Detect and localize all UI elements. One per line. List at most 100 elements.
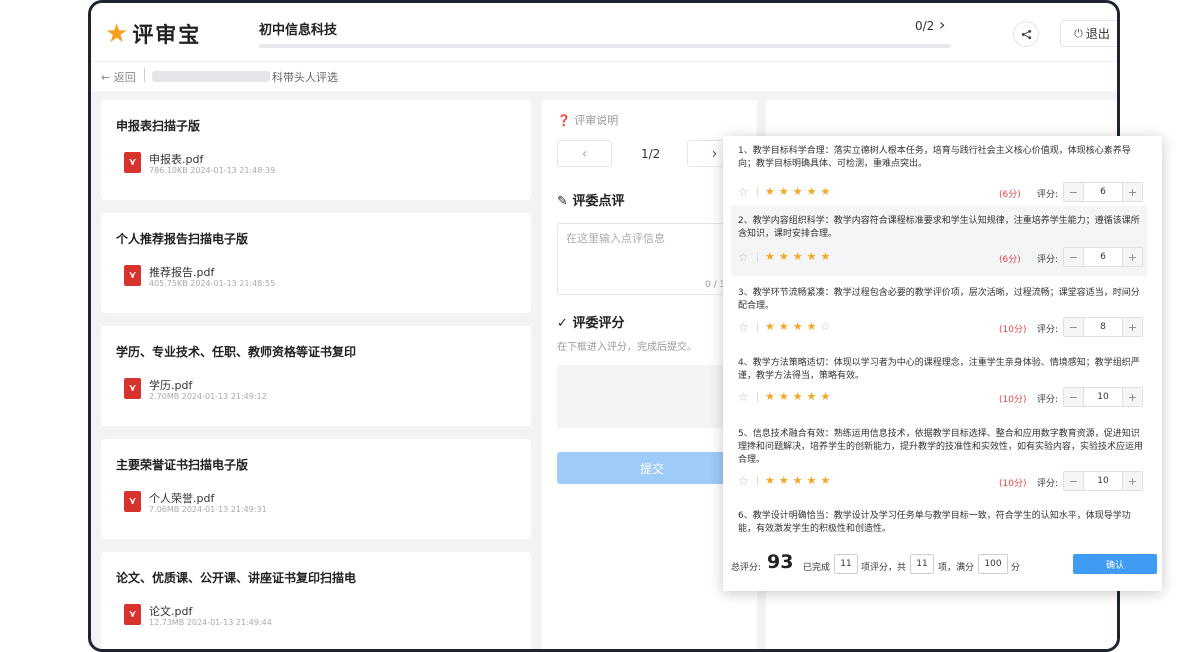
document-title: 申报表扫描子版: [116, 119, 201, 133]
star-icon[interactable]: ★: [793, 320, 807, 333]
star-outline-icon[interactable]: ☆: [738, 250, 749, 264]
star-icon[interactable]: ★: [821, 185, 835, 198]
star-icon[interactable]: ★: [793, 185, 807, 198]
star-icon[interactable]: ★: [793, 390, 807, 403]
decrement-button[interactable]: −: [1064, 248, 1084, 266]
decrement-button[interactable]: −: [1064, 183, 1084, 201]
criterion-row: 4、教学方法策略适切：体现以学习者为中心的课程理念，注重学生亲身体验、情境感知；…: [731, 352, 1147, 412]
score-value[interactable]: 6: [1084, 183, 1122, 201]
star-icon[interactable]: ★: [779, 390, 793, 403]
star-icon[interactable]: ★: [793, 474, 807, 487]
decrement-button[interactable]: −: [1064, 318, 1084, 336]
file-link[interactable]: 个人荣誉.pdf: [149, 490, 214, 506]
star-icon[interactable]: ★: [779, 320, 793, 333]
items-suffix: 项，满分: [938, 563, 975, 573]
document-card: 论文、优质课、公开课、讲座证书复印扫描电子 ⋎ 论文.pdf 12.73MB 2…: [101, 552, 531, 649]
star-icon[interactable]: ★: [821, 390, 835, 403]
divider: [757, 252, 758, 262]
star-icon[interactable]: ★: [765, 320, 779, 333]
file-meta: 7.06MB 2024-01-13 21:49:31: [149, 505, 267, 514]
star-outline-icon[interactable]: ☆: [738, 390, 749, 404]
score-label: 评分:: [1037, 395, 1059, 405]
criterion-max-points: (10分): [999, 325, 1027, 335]
progress-bar: [259, 44, 951, 48]
total-score-label: 总评分:: [731, 563, 762, 573]
back-link[interactable]: ← 返回: [101, 69, 136, 85]
star-icon[interactable]: ★: [807, 474, 821, 487]
increment-button[interactable]: +: [1122, 183, 1142, 201]
star-icon[interactable]: ★: [765, 474, 779, 487]
criterion-row: 6、教学设计明确恰当：教学设计及学习任务单与教学目标一致，符合学生的认知水平，体…: [731, 506, 1147, 538]
increment-button[interactable]: +: [1122, 248, 1142, 266]
help-icon: ❓: [557, 114, 571, 127]
criterion-row: 2、教学内容组织科学：教学内容符合课程标准要求和学生认知规律，注重培养学生能力；…: [731, 206, 1147, 276]
file-link[interactable]: 论文.pdf: [149, 603, 192, 619]
star-icon[interactable]: ★: [807, 185, 821, 198]
increment-button[interactable]: +: [1122, 388, 1142, 406]
score-value[interactable]: 8: [1084, 318, 1122, 336]
review-note-link[interactable]: ❓ 评审说明: [557, 112, 618, 128]
submit-button[interactable]: 提交: [557, 452, 747, 484]
star-outline-icon[interactable]: ☆: [821, 320, 835, 333]
score-stepper[interactable]: − 10 +: [1063, 471, 1143, 491]
review-note-label: 评审说明: [574, 114, 619, 127]
logo[interactable]: ★ 评审宝: [105, 19, 201, 49]
document-title: 论文、优质课、公开课、讲座证书复印扫描电子: [116, 571, 356, 585]
star-outline-icon[interactable]: ☆: [738, 320, 749, 334]
decrement-button[interactable]: −: [1064, 388, 1084, 406]
done-middle: 项评分，共: [861, 563, 907, 573]
file-meta: 405.75KB 2024-01-13 21:48:55: [149, 279, 276, 288]
total-score: 93: [767, 551, 794, 573]
pdf-icon: ⋎: [124, 265, 141, 286]
total-items: 11: [910, 554, 934, 574]
star-rating[interactable]: ★★★★★: [765, 390, 834, 403]
increment-button[interactable]: +: [1122, 318, 1142, 336]
breadcrumb-redacted: [152, 71, 270, 82]
file-link[interactable]: 推荐报告.pdf: [149, 264, 214, 280]
page-indicator: 1/2: [641, 147, 661, 161]
logout-button[interactable]: ⏻ 退出: [1060, 20, 1117, 47]
star-icon[interactable]: ★: [765, 250, 779, 263]
file-link[interactable]: 学历.pdf: [149, 377, 192, 393]
document-card: 申报表扫描子版 ⋎ 申报表.pdf 786.10KB 2024-01-13 21…: [101, 100, 531, 200]
document-title: 个人推荐报告扫描电子版: [116, 232, 249, 246]
file-link[interactable]: 申报表.pdf: [149, 151, 203, 167]
star-outline-icon[interactable]: ☆: [738, 474, 749, 488]
star-icon[interactable]: ★: [807, 320, 821, 333]
chevron-right-icon[interactable]: ›: [939, 15, 945, 34]
star-icon[interactable]: ★: [779, 185, 793, 198]
star-icon[interactable]: ★: [793, 250, 807, 263]
star-icon[interactable]: ★: [765, 185, 779, 198]
star-icon[interactable]: ★: [779, 250, 793, 263]
star-rating[interactable]: ★★★★☆: [765, 320, 834, 333]
star-icon[interactable]: ★: [821, 250, 835, 263]
score-value[interactable]: 10: [1084, 472, 1122, 490]
score-area[interactable]: [557, 365, 747, 428]
logout-label: 退出: [1085, 27, 1110, 41]
score-stepper[interactable]: − 10 +: [1063, 387, 1143, 407]
confirm-button[interactable]: 确认: [1073, 554, 1157, 574]
star-icon[interactable]: ★: [807, 390, 821, 403]
star-icon[interactable]: ★: [807, 250, 821, 263]
star-icon[interactable]: ★: [765, 390, 779, 403]
star-rating[interactable]: ★★★★★: [765, 474, 834, 487]
score-value[interactable]: 6: [1084, 248, 1122, 266]
decrement-button[interactable]: −: [1064, 472, 1084, 490]
star-rating[interactable]: ★★★★★: [765, 250, 834, 263]
criterion-text: 1、教学目标科学合理：落实立德树人根本任务，培育与践行社会主义核心价值观，体现核…: [738, 146, 1131, 169]
file-meta: 786.10KB 2024-01-13 21:48:39: [149, 166, 276, 175]
score-stepper[interactable]: − 8 +: [1063, 317, 1143, 337]
star-outline-icon[interactable]: ☆: [738, 185, 749, 199]
score-stepper[interactable]: − 6 +: [1063, 247, 1143, 267]
star-icon[interactable]: ★: [779, 474, 793, 487]
score-value[interactable]: 10: [1084, 388, 1122, 406]
star-icon[interactable]: ★: [821, 474, 835, 487]
done-count: 11: [834, 554, 858, 574]
increment-button[interactable]: +: [1122, 472, 1142, 490]
prev-page-button[interactable]: ‹: [557, 140, 612, 167]
share-button[interactable]: [1013, 21, 1039, 47]
score-stepper[interactable]: − 6 +: [1063, 182, 1143, 202]
top-bar: ★ 评审宝 初中信息科技 0/2 › ⏻ 退出: [91, 3, 1117, 61]
star-rating[interactable]: ★★★★★: [765, 185, 834, 198]
pdf-icon: ⋎: [124, 152, 141, 173]
